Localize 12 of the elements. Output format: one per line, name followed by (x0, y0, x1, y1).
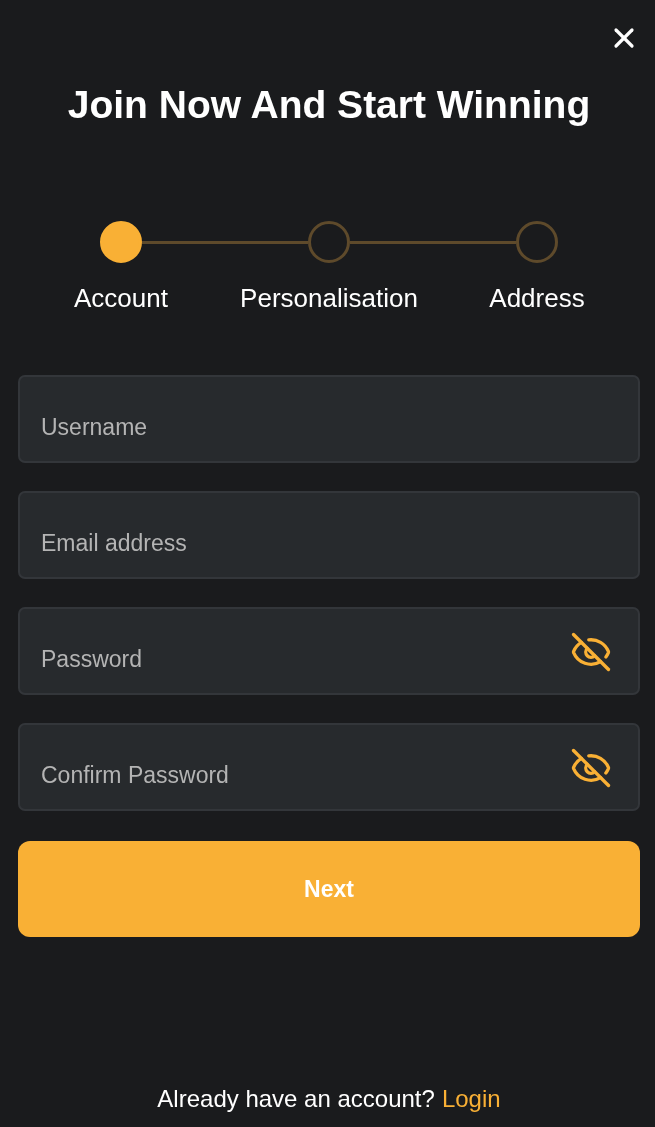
login-prompt: Already have an account? (157, 1084, 435, 1114)
text-field[interactable]: Email address (18, 491, 640, 579)
step-label: Address (489, 282, 585, 314)
step-label: Account (74, 282, 168, 314)
eye-off-icon[interactable] (570, 747, 612, 789)
password-field[interactable]: Confirm Password (18, 723, 640, 811)
text-field[interactable]: Username (18, 375, 640, 463)
page-title: Join Now And Start Winning (66, 82, 592, 128)
step-label: Personalisation (240, 282, 418, 314)
password-field[interactable]: Password (18, 607, 640, 695)
eye-off-icon[interactable] (570, 631, 612, 673)
login-link[interactable]: Login (441, 1083, 501, 1115)
